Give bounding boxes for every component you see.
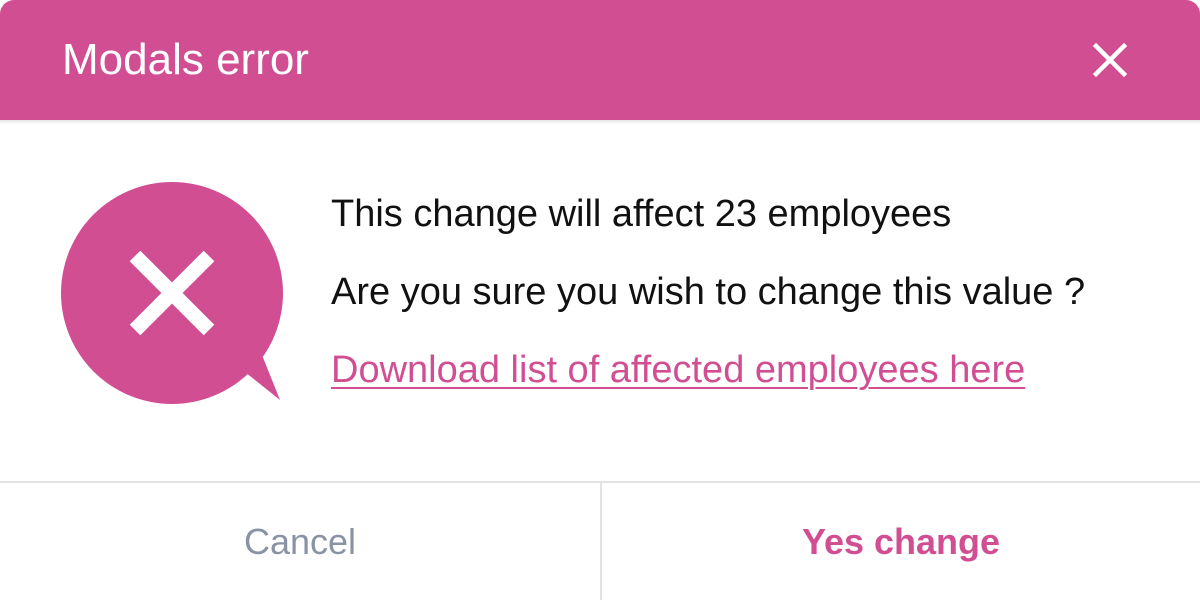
affected-count-text: This change will affect 23 employees <box>331 193 952 235</box>
yes-change-button[interactable]: Yes change <box>602 483 1200 600</box>
error-speech-bubble-icon <box>60 180 290 410</box>
close-button[interactable] <box>1080 30 1140 90</box>
confirmation-question: Are you sure you wish to change this val… <box>331 271 1086 313</box>
cancel-button[interactable]: Cancel <box>0 483 602 600</box>
modal-body: This change will affect 23 employees Are… <box>0 124 1200 480</box>
close-icon <box>1092 42 1128 78</box>
modal-title: Modals error <box>62 35 309 84</box>
download-affected-list-link[interactable]: Download list of affected employees here <box>331 346 1025 394</box>
modal-header: Modals error <box>0 0 1200 120</box>
modal-footer: Cancel Yes change <box>0 481 1200 600</box>
error-modal: Modals error This change will affect 23 … <box>0 0 1200 600</box>
message-block: This change will affect 23 employees Are… <box>331 190 1191 394</box>
